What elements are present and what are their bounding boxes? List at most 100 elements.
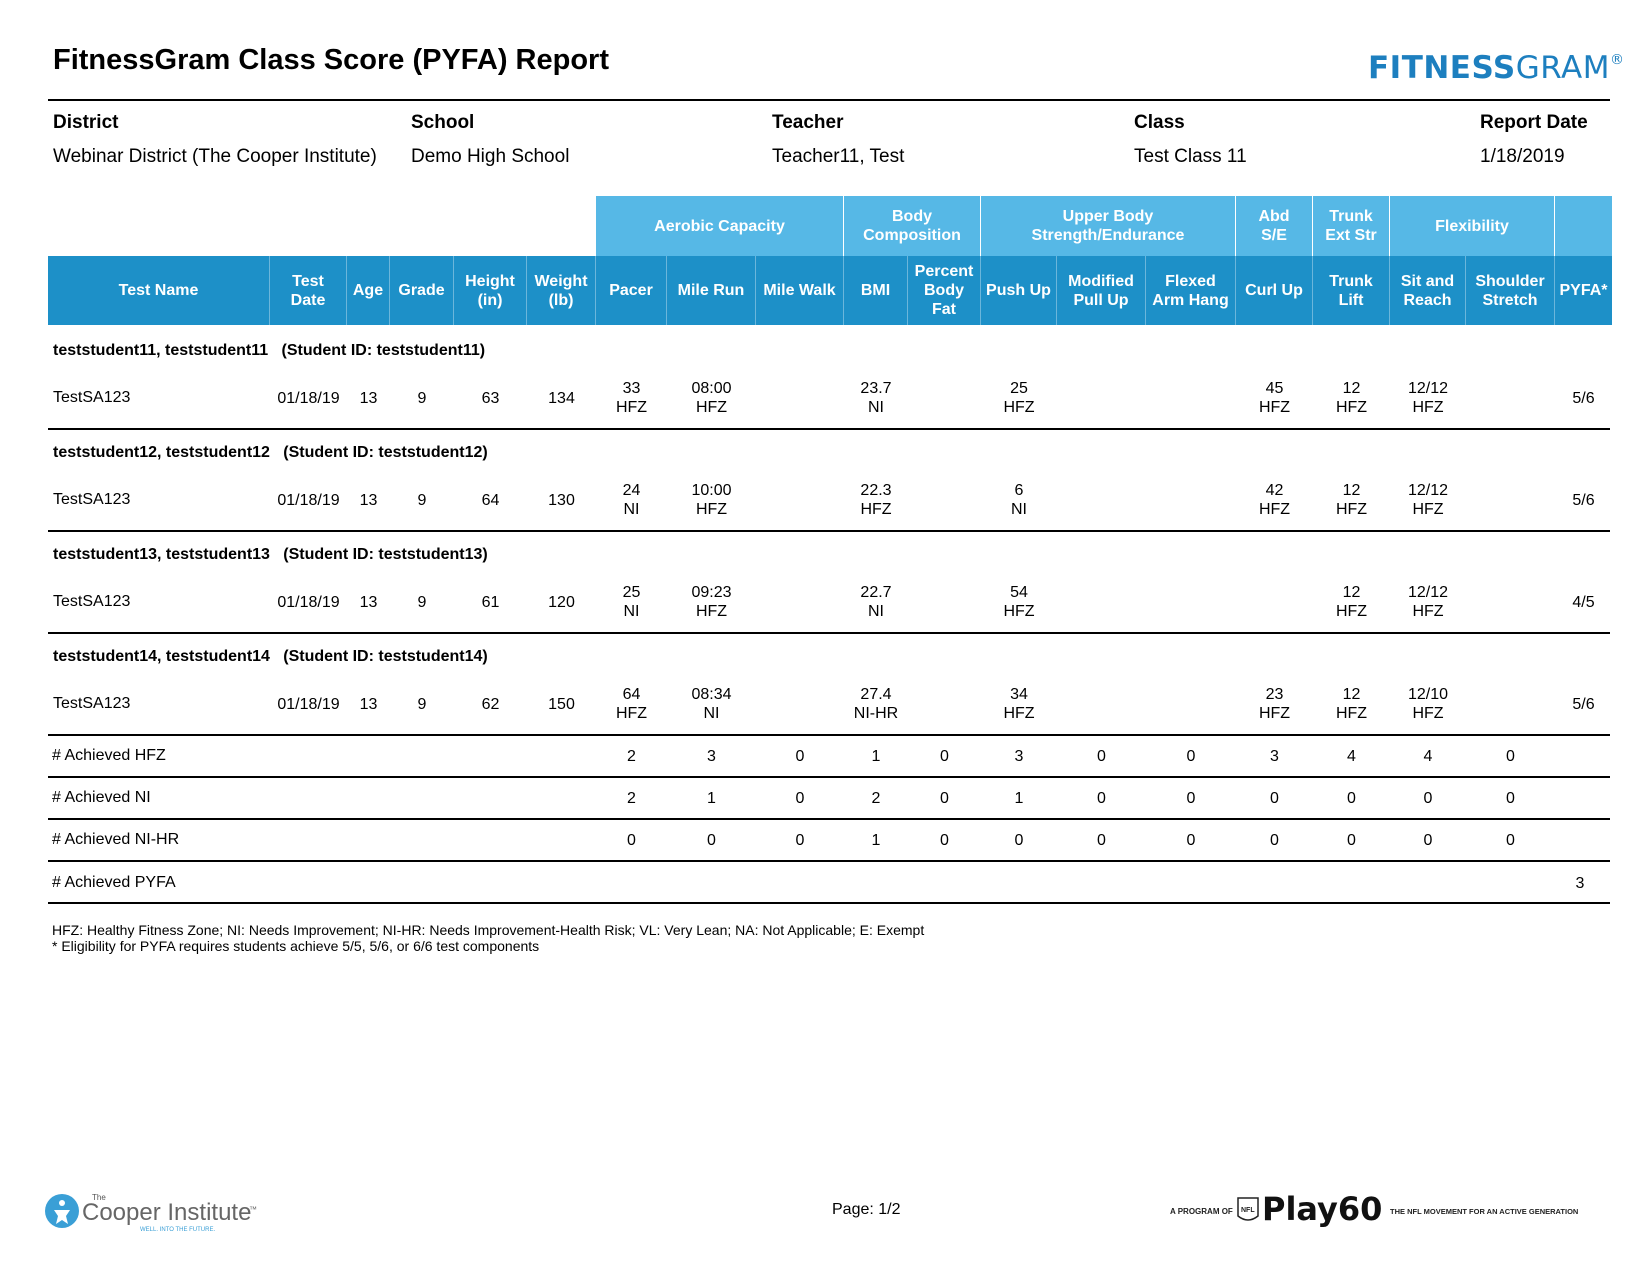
fitnessgram-logo: FITNESSGRAM®: [1368, 50, 1625, 86]
summary-value: 0: [1423, 832, 1433, 849]
row-divider: [48, 428, 1610, 430]
grade: 9: [417, 492, 427, 509]
row-divider: [48, 818, 1610, 820]
legend-pyfa-note: * Eligibility for PYFA requires students…: [52, 938, 540, 954]
mile-run-score: 08:34 NI: [691, 686, 732, 722]
summary-value: 2: [627, 790, 636, 807]
group-flexibility: Flexibility: [1390, 196, 1555, 256]
age: 13: [359, 696, 378, 713]
summary-value: 1: [871, 748, 881, 765]
report-title: FitnessGram Class Score (PYFA) Report: [53, 44, 609, 76]
age: 13: [359, 390, 378, 407]
summary-value: 0: [1506, 832, 1515, 849]
col-weight: Weight (lb): [527, 256, 596, 325]
summary-value: 0: [940, 748, 949, 765]
summary-value: 4: [1347, 748, 1356, 765]
test-date: 01/18/19: [277, 492, 340, 509]
test-name: TestSA123: [53, 389, 131, 406]
col-trunk-lift: Trunk Lift: [1313, 256, 1390, 325]
summary-value: 0: [795, 748, 805, 765]
summary-value: 0: [1186, 790, 1196, 807]
summary-value: 0: [940, 790, 949, 807]
brand-mark: ®: [1610, 52, 1625, 68]
summary-value: 0: [1097, 790, 1106, 807]
trunk-lift-score: 12 HFZ: [1335, 482, 1368, 518]
student-header: teststudent11, teststudent11 (Student ID…: [53, 342, 486, 359]
col-pacer: Pacer: [596, 256, 667, 325]
pacer-score: 33 HFZ: [615, 380, 648, 416]
legend-zones: HFZ: Healthy Fitness Zone; NI: Needs Imp…: [52, 922, 925, 938]
test-date: 01/18/19: [277, 390, 340, 407]
pacer-score: 25 NI: [622, 584, 641, 620]
sit-and-reach-score: 12/12 HFZ: [1407, 380, 1449, 416]
group-body-composition: Body Composition: [844, 196, 981, 256]
mile-run-score: 09:23 HFZ: [691, 584, 732, 620]
col-curl-up: Curl Up: [1236, 256, 1313, 325]
summary-value: 1: [871, 832, 881, 849]
school-value: Demo High School: [411, 146, 570, 167]
col-flexed-arm-hang: Flexed Arm Hang: [1146, 256, 1236, 325]
summary-value: 0: [1270, 790, 1279, 807]
meta-report-date: Report Date 1/18/2019: [1480, 112, 1588, 168]
weight: 150: [548, 696, 575, 713]
summary-value: 0: [1506, 748, 1515, 765]
play60-logo: A PROGRAM OF NFL Play60 THE NFL MOVEMENT…: [1170, 1190, 1578, 1228]
sit-and-reach-score: 12/12 HFZ: [1407, 584, 1449, 620]
height: 64: [481, 492, 500, 509]
row-divider: [48, 632, 1610, 634]
age: 13: [359, 594, 378, 611]
summary-value: 0: [795, 832, 805, 849]
group-pyfa-spacer: [1555, 196, 1612, 256]
bmi-score: 22.3 HFZ: [860, 482, 892, 518]
trunk-lift-score: 12 HFZ: [1335, 686, 1368, 722]
summary-value: 0: [1186, 748, 1196, 765]
weight: 130: [548, 492, 575, 509]
report-date-value: 1/18/2019: [1480, 146, 1565, 167]
cooper-tagline: WELL. INTO THE FUTURE.: [140, 1227, 215, 1233]
summary-label: # Achieved PYFA: [52, 874, 176, 891]
meta-class: Class Test Class 11: [1134, 112, 1247, 168]
student-header: teststudent13, teststudent13 (Student ID…: [53, 546, 488, 563]
row-divider: [48, 530, 1610, 532]
bmi-score: 27.4 NI-HR: [853, 686, 899, 722]
col-test-name: Test Name: [48, 256, 270, 325]
col-shoulder-stretch: Shoulder Stretch: [1466, 256, 1555, 325]
col-bmi: BMI: [844, 256, 908, 325]
group-abd-se: Abd S/E: [1236, 196, 1313, 256]
test-name: TestSA123: [53, 695, 131, 712]
play-name: Play60: [1262, 1190, 1382, 1228]
pacer-score: 64 HFZ: [615, 686, 648, 722]
age: 13: [359, 492, 378, 509]
brand-light: GRAM: [1515, 50, 1611, 86]
col-mile-walk: Mile Walk: [756, 256, 844, 325]
summary-label: # Achieved HFZ: [52, 747, 166, 764]
row-divider: [48, 902, 1610, 904]
pyfa-score: 5/6: [1572, 390, 1595, 407]
curl-up-score: 45 HFZ: [1258, 380, 1291, 416]
col-mile-run: Mile Run: [667, 256, 756, 325]
height: 62: [481, 696, 500, 713]
summary-value: 0: [1097, 748, 1106, 765]
test-date: 01/18/19: [277, 696, 340, 713]
page-number: Page: 1/2: [832, 1201, 901, 1218]
class-value: Test Class 11: [1134, 146, 1247, 167]
pyfa-score: 5/6: [1572, 696, 1595, 713]
report-date-label: Report Date: [1480, 112, 1588, 133]
cooper-name: Cooper Institute: [82, 1199, 251, 1226]
cooper-institute-logo: The Cooper Institute ™ WELL. INTO THE FU…: [45, 1193, 257, 1233]
teacher-label: Teacher: [772, 112, 844, 133]
summary-value: 0: [1270, 832, 1279, 849]
group-trunk-ext-str: Trunk Ext Str: [1313, 196, 1390, 256]
sit-and-reach-score: 12/12 HFZ: [1407, 482, 1449, 518]
summary-value: 2: [627, 748, 636, 765]
bmi-score: 22.7 NI: [860, 584, 892, 620]
sit-and-reach-score: 12/10 HFZ: [1407, 686, 1449, 722]
student-header: teststudent12, teststudent12 (Student ID…: [53, 444, 488, 461]
play-nfl: NFL: [1241, 1207, 1255, 1214]
curl-up-score: 23 HFZ: [1258, 686, 1291, 722]
col-height: Height (in): [454, 256, 527, 325]
push-up-score: 34 HFZ: [1003, 686, 1035, 722]
mile-run-score: 10:00 HFZ: [691, 482, 732, 518]
legend: HFZ: Healthy Fitness Zone; NI: Needs Imp…: [52, 922, 924, 954]
summary-value: 0: [1014, 832, 1024, 849]
